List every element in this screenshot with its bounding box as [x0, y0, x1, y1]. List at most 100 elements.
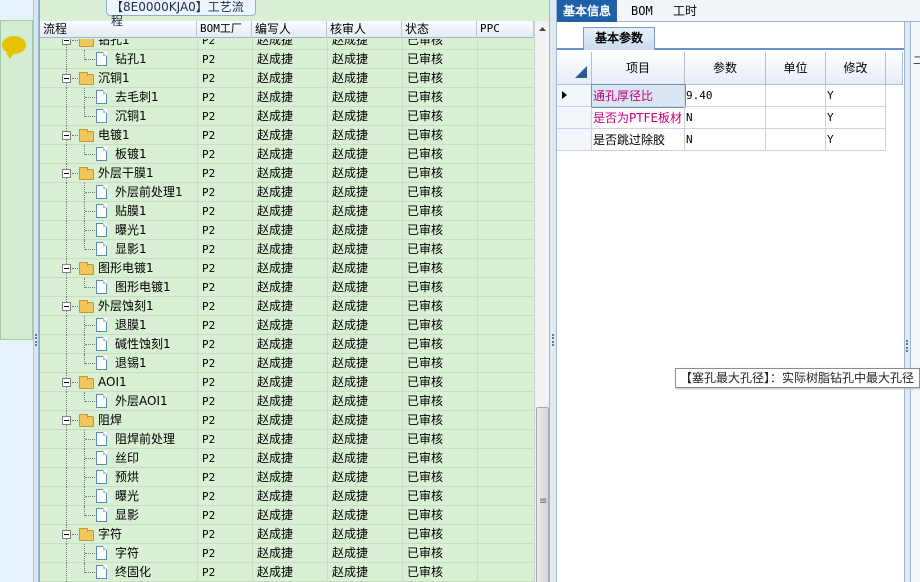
row-indicator[interactable]: [557, 129, 592, 151]
row-indicator[interactable]: [557, 85, 592, 107]
column-header[interactable]: 编写人: [252, 21, 327, 38]
scroll-up-icon[interactable]: [536, 22, 549, 36]
row-pointer-icon: [562, 91, 567, 99]
document-icon: [96, 432, 107, 446]
cell-bom: P2: [202, 186, 216, 199]
tree-row[interactable]: 钻孔1 P2 赵成捷 赵成捷 已审核: [40, 39, 534, 50]
column-header[interactable]: BOM工厂: [197, 21, 252, 38]
column-header[interactable]: 状态: [402, 21, 477, 38]
tree-row[interactable]: 终固化 P2 赵成捷 赵成捷 已审核: [40, 563, 534, 582]
tree-item-label: 显影1: [115, 242, 147, 256]
tree-row[interactable]: 阻焊 P2 赵成捷 赵成捷 已审核: [40, 411, 534, 430]
param-column-header[interactable]: 单位: [766, 52, 826, 85]
collapse-toggle-icon[interactable]: [62, 378, 71, 387]
tree-row[interactable]: 曝光1 P2 赵成捷 赵成捷 已审核: [40, 221, 534, 240]
tree-row[interactable]: 图形电镀1 P2 赵成捷 赵成捷 已审核: [40, 259, 534, 278]
tree-row[interactable]: 钻孔1 P2 赵成捷 赵成捷 已审核: [40, 50, 534, 69]
tree-row[interactable]: 外层干膜1 P2 赵成捷 赵成捷 已审核: [40, 164, 534, 183]
tree-row[interactable]: 字符 P2 赵成捷 赵成捷 已审核: [40, 544, 534, 563]
tab-bom[interactable]: BOM: [625, 0, 659, 22]
param-row[interactable]: 是否为PTFE板材 N Y: [557, 107, 903, 129]
column-header[interactable]: 核审人: [327, 21, 402, 38]
cell-reviewer: 赵成捷: [332, 223, 369, 237]
param-cell-unit[interactable]: [766, 129, 826, 151]
tree-row[interactable]: 预烘 P2 赵成捷 赵成捷 已审核: [40, 468, 534, 487]
tab-basic-info[interactable]: 基本信息: [557, 0, 618, 22]
collapse-toggle-icon[interactable]: [62, 169, 71, 178]
param-cell-value[interactable]: N: [685, 129, 766, 151]
cell-reviewer: 赵成捷: [332, 280, 369, 294]
param-cell-value[interactable]: 9.40: [685, 85, 766, 107]
param-cell-unit[interactable]: [766, 107, 826, 129]
scroll-thumb[interactable]: [536, 407, 549, 582]
cell-reviewer: 赵成捷: [332, 375, 369, 389]
tree-row[interactable]: 显影 P2 赵成捷 赵成捷 已审核: [40, 506, 534, 525]
tree-row[interactable]: 电镀1 P2 赵成捷 赵成捷 已审核: [40, 126, 534, 145]
vertical-scrollbar[interactable]: [534, 21, 550, 582]
tree-row[interactable]: 退锡1 P2 赵成捷 赵成捷 已审核: [40, 354, 534, 373]
collapse-toggle-icon[interactable]: [62, 302, 71, 311]
param-column-header[interactable]: 项目: [592, 52, 685, 85]
tree-row[interactable]: 板镀1 P2 赵成捷 赵成捷 已审核: [40, 145, 534, 164]
tree-item-label: 电镀1: [98, 128, 130, 142]
tree-item-label: 曝光1: [115, 223, 147, 237]
tree-row[interactable]: 退膜1 P2 赵成捷 赵成捷 已审核: [40, 316, 534, 335]
collapse-toggle-icon[interactable]: [62, 264, 71, 273]
tab-work-hours[interactable]: 工时: [667, 0, 703, 22]
chat-bubble-icon[interactable]: [2, 36, 26, 59]
cell-writer: 赵成捷: [257, 39, 294, 47]
cell-status: 已审核: [407, 565, 444, 579]
param-column-header[interactable]: 参数: [685, 52, 766, 85]
cell-status: 已审核: [407, 394, 444, 408]
param-cell-value[interactable]: N: [685, 107, 766, 129]
tree-row[interactable]: 阻焊前处理 P2 赵成捷 赵成捷 已审核: [40, 430, 534, 449]
collapse-toggle-icon[interactable]: [62, 131, 71, 140]
cell-reviewer: 赵成捷: [332, 356, 369, 370]
param-cell-item[interactable]: 是否为PTFE板材: [592, 107, 685, 129]
collapse-toggle-icon[interactable]: [62, 39, 71, 45]
tree-row[interactable]: 外层AOI1 P2 赵成捷 赵成捷 已审核: [40, 392, 534, 411]
cell-writer: 赵成捷: [257, 299, 294, 313]
row-indicator[interactable]: [557, 107, 592, 129]
document-icon: [96, 52, 107, 66]
cell-reviewer: 赵成捷: [332, 413, 369, 427]
param-cell-item[interactable]: 是否跳过除胶: [592, 129, 685, 151]
folder-icon: [79, 167, 94, 180]
tree-row[interactable]: 显影1 P2 赵成捷 赵成捷 已审核: [40, 240, 534, 259]
cell-reviewer: 赵成捷: [332, 318, 369, 332]
tree-row[interactable]: 外层蚀刻1 P2 赵成捷 赵成捷 已审核: [40, 297, 534, 316]
tree-row[interactable]: 丝印 P2 赵成捷 赵成捷 已审核: [40, 449, 534, 468]
param-row[interactable]: 通孔厚径比 9.40 Y: [557, 84, 903, 108]
param-cell-unit[interactable]: [766, 85, 826, 107]
column-header[interactable]: PPC: [477, 21, 534, 38]
param-cell-modify[interactable]: Y: [826, 107, 886, 129]
tree-row[interactable]: 沉铜1 P2 赵成捷 赵成捷 已审核: [40, 69, 534, 88]
tree-item-label: 字符: [115, 546, 140, 560]
param-cell-item[interactable]: 通孔厚径比: [591, 84, 686, 108]
tree-row[interactable]: 字符 P2 赵成捷 赵成捷 已审核: [40, 525, 534, 544]
cell-writer: 赵成捷: [257, 394, 294, 408]
tree-row[interactable]: 沉铜1 P2 赵成捷 赵成捷 已审核: [40, 107, 534, 126]
cell-status: 已审核: [407, 470, 444, 484]
tree-row[interactable]: 图形电镀1 P2 赵成捷 赵成捷 已审核: [40, 278, 534, 297]
param-column-header[interactable]: 修改: [826, 52, 886, 85]
tree-row[interactable]: 去毛刺1 P2 赵成捷 赵成捷 已审核: [40, 88, 534, 107]
middle-splitter[interactable]: [549, 0, 557, 582]
tree-row[interactable]: 碱性蚀刻1 P2 赵成捷 赵成捷 已审核: [40, 335, 534, 354]
right-collapsed-panel[interactable]: 二: [910, 22, 920, 582]
tab-basic-params[interactable]: 基本参数: [583, 27, 655, 50]
cell-bom: P2: [202, 566, 216, 579]
param-row[interactable]: 是否跳过除胶 N Y: [557, 129, 903, 151]
tree-row[interactable]: 贴膜1 P2 赵成捷 赵成捷 已审核: [40, 202, 534, 221]
tree-item-label: AOI1: [98, 375, 127, 389]
tree-row[interactable]: 曝光 P2 赵成捷 赵成捷 已审核: [40, 487, 534, 506]
collapse-toggle-icon[interactable]: [62, 416, 71, 425]
tree-row[interactable]: AOI1 P2 赵成捷 赵成捷 已审核: [40, 373, 534, 392]
grid-corner: [557, 52, 592, 85]
param-cell-modify[interactable]: Y: [826, 85, 886, 107]
collapse-toggle-icon[interactable]: [62, 74, 71, 83]
tree-row[interactable]: 外层前处理1 P2 赵成捷 赵成捷 已审核: [40, 183, 534, 202]
collapse-toggle-icon[interactable]: [62, 530, 71, 539]
param-cell-modify[interactable]: Y: [826, 129, 886, 151]
folder-icon: [79, 300, 94, 313]
